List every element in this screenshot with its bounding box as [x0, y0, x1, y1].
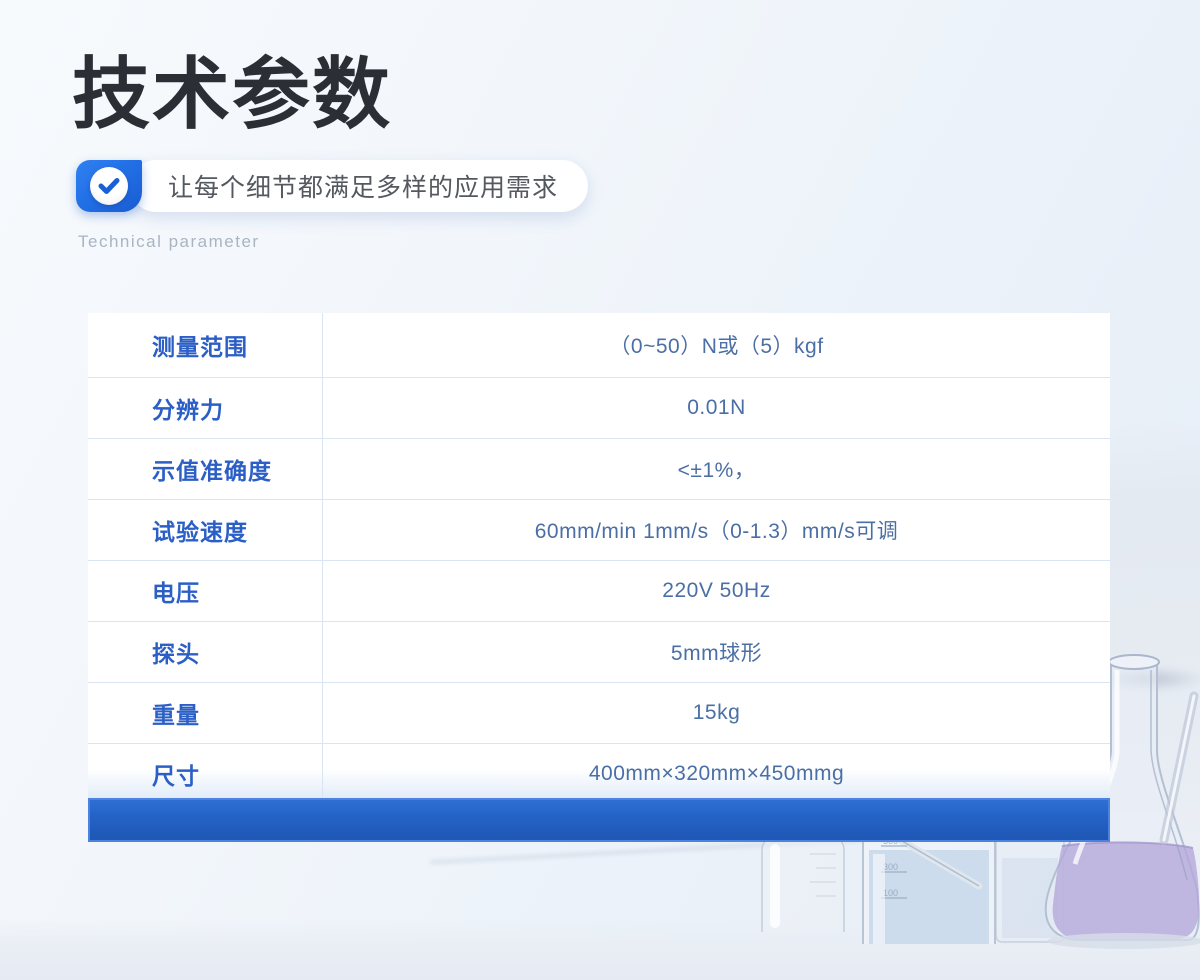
spec-value: 15kg [323, 683, 1110, 743]
svg-text:300: 300 [883, 862, 898, 872]
spec-label: 重量 [88, 683, 323, 743]
spec-sheet-page: 500300100 技术参数 让每个细节都满足 [0, 0, 1200, 980]
table-row: 重量 15kg [88, 682, 1110, 743]
spec-label: 试验速度 [88, 500, 323, 560]
spec-value: <±1%， [323, 439, 1110, 499]
spec-value: （0~50）N或（5）kgf [323, 313, 1110, 377]
spec-label: 示值准确度 [88, 439, 323, 499]
spec-label: 分辨力 [88, 378, 323, 438]
table-row: 探头 5mm球形 [88, 621, 1110, 682]
spec-value: 400mm×320mm×450mmg [323, 744, 1110, 804]
measuring-bottle-icon [752, 832, 860, 932]
spec-value: 5mm球形 [323, 622, 1110, 682]
table-row: 试验速度 60mm/min 1mm/s（0-1.3）mm/s可调 [88, 499, 1110, 560]
table-row: 测量范围 （0~50）N或（5）kgf [88, 313, 1110, 377]
spec-value: 60mm/min 1mm/s（0-1.3）mm/s可调 [323, 500, 1110, 560]
subtitle-english: Technical parameter [78, 232, 260, 252]
check-icon [90, 167, 128, 205]
spec-value: 220V 50Hz [323, 561, 1110, 621]
page-title: 技术参数 [72, 52, 392, 138]
table-row: 示值准确度 <±1%， [88, 438, 1110, 499]
svg-text:100: 100 [883, 888, 898, 898]
spec-label: 电压 [88, 561, 323, 621]
spec-label: 尺寸 [88, 744, 323, 804]
beaker-with-rod-icon: 500300100 [855, 824, 1007, 944]
spec-label: 探头 [88, 622, 323, 682]
spec-label: 测量范围 [88, 313, 323, 377]
table-row: 电压 220V 50Hz [88, 560, 1110, 621]
badge-text: 让每个细节都满足多样的应用需求 [168, 168, 558, 204]
badge-pill: 让每个细节都满足多样的应用需求 [130, 160, 588, 212]
table-row: 分辨力 0.01N [88, 377, 1110, 438]
badge-check-box [76, 160, 142, 212]
footer-accent-bar [88, 798, 1110, 842]
feature-badge: 让每个细节都满足多样的应用需求 [76, 160, 588, 212]
spec-value: 0.01N [323, 378, 1110, 438]
spec-table: 测量范围 （0~50）N或（5）kgf 分辨力 0.01N 示值准确度 <±1%… [88, 313, 1110, 804]
table-row: 尺寸 400mm×320mm×450mmg [88, 743, 1110, 804]
test-tube-icon [1150, 690, 1200, 850]
